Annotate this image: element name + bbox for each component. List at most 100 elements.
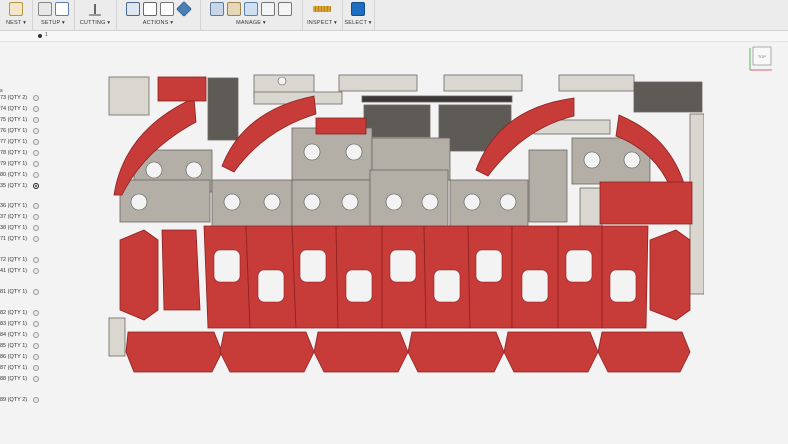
visibility-radio[interactable]	[33, 310, 39, 316]
nested-part[interactable]	[313, 331, 409, 373]
nested-part[interactable]	[363, 104, 431, 138]
browser-row-label: 76 (QTY 1)	[0, 128, 28, 134]
browser-row-label: 84 (QTY 1)	[0, 332, 28, 338]
part-hole	[385, 193, 403, 211]
visibility-radio[interactable]	[33, 150, 39, 156]
browser-row[interactable]: 36 (QTY 1)	[0, 202, 46, 211]
browser-row[interactable]: 71 (QTY 1)	[0, 235, 46, 244]
list-icon	[142, 2, 157, 16]
nested-part[interactable]	[157, 76, 207, 102]
visibility-radio[interactable]	[33, 397, 39, 403]
browser-row[interactable]: 84 (QTY 1)	[0, 331, 46, 340]
select-group[interactable]: SELECT ▾	[342, 0, 375, 30]
visibility-radio[interactable]	[33, 117, 39, 123]
browser-row-label: 82 (QTY 1)	[0, 310, 28, 316]
view-cube[interactable]: TOP	[748, 44, 774, 72]
cutting-icon	[88, 2, 102, 16]
visibility-radio[interactable]	[33, 365, 39, 371]
nested-part[interactable]	[219, 331, 315, 373]
nested-part[interactable]	[558, 74, 635, 92]
browser-row-label: 75 (QTY 1)	[0, 117, 28, 123]
browser-panel: 73 (QTY 2) 74 (QTY 1) 75 (QTY 1) 76 (QTY 1)…	[0, 42, 46, 444]
nested-part[interactable]	[633, 81, 703, 113]
nested-part[interactable]	[597, 331, 691, 373]
visibility-radio[interactable]	[33, 321, 39, 327]
browser-row[interactable]: 73 (QTY 2)	[0, 94, 46, 103]
cutting-group[interactable]: CUTTING ▾	[74, 0, 117, 30]
manage-group[interactable]: MANAGE ▾	[200, 0, 303, 30]
part-hole	[421, 193, 439, 211]
browser-row[interactable]: 88 (QTY 1)	[0, 375, 46, 384]
nested-part[interactable]	[291, 179, 371, 229]
browser-row[interactable]: 86 (QTY 1)	[0, 353, 46, 362]
browser-row-label: 73 (QTY 2)	[0, 95, 28, 101]
browser-row[interactable]: 81 (QTY 1)	[0, 288, 46, 297]
visibility-radio[interactable]	[33, 354, 39, 360]
part-hole	[303, 143, 321, 161]
browser-row[interactable]: 83 (QTY 1)	[0, 320, 46, 329]
browser-row[interactable]: 85 (QTY 1)	[0, 342, 46, 351]
nested-part[interactable]	[108, 76, 150, 116]
browser-row-label: 71 (QTY 1)	[0, 236, 28, 242]
nested-part[interactable]	[338, 74, 418, 92]
nested-part[interactable]	[579, 187, 603, 227]
nest-group[interactable]: NEST ▾	[0, 0, 33, 30]
nested-part[interactable]	[649, 229, 691, 321]
browser-row[interactable]: 76 (QTY 1)	[0, 127, 46, 136]
visibility-radio[interactable]	[33, 376, 39, 382]
browser-row[interactable]: 82 (QTY 1)	[0, 309, 46, 318]
nesting-canvas[interactable]	[104, 70, 704, 380]
browser-row[interactable]: 38 (QTY 1)	[0, 224, 46, 233]
cursor-icon	[351, 2, 365, 16]
panel-cutout	[433, 269, 461, 303]
nested-part[interactable]	[361, 95, 513, 103]
visibility-radio[interactable]	[33, 225, 39, 231]
nested-part[interactable]	[125, 331, 223, 373]
nested-part[interactable]	[315, 117, 367, 135]
visibility-radio[interactable]	[33, 203, 39, 209]
visibility-radio[interactable]	[33, 236, 39, 242]
browser-row[interactable]: 35 (QTY 1)	[0, 182, 46, 191]
nested-part[interactable]	[528, 149, 568, 223]
sheet-tab-number[interactable]: 1	[45, 32, 48, 38]
nested-part[interactable]	[108, 317, 126, 357]
actions-group[interactable]: ACTIONS ▾	[116, 0, 201, 30]
visibility-radio[interactable]	[33, 128, 39, 134]
browser-row[interactable]: 80 (QTY 1)	[0, 171, 46, 180]
browser-row[interactable]: 75 (QTY 1)	[0, 116, 46, 125]
setup-group[interactable]: SETUP ▾	[32, 0, 75, 30]
visibility-radio[interactable]	[33, 214, 39, 220]
sheet-tab-dot[interactable]	[38, 34, 42, 38]
visibility-radio[interactable]	[33, 268, 39, 274]
browser-row-label: 78 (QTY 1)	[0, 150, 28, 156]
nested-part[interactable]	[503, 331, 599, 373]
nested-part[interactable]	[119, 229, 159, 321]
browser-row[interactable]: 78 (QTY 1)	[0, 149, 46, 158]
nested-part[interactable]	[449, 179, 529, 229]
browser-row[interactable]: 77 (QTY 1)	[0, 138, 46, 147]
nested-part[interactable]	[599, 181, 693, 225]
nested-part[interactable]	[407, 331, 505, 373]
visibility-radio[interactable]	[33, 95, 39, 101]
visibility-radio[interactable]	[33, 139, 39, 145]
browser-row[interactable]: 87 (QTY 1)	[0, 364, 46, 373]
visibility-radio[interactable]	[33, 289, 39, 295]
visibility-radio[interactable]	[33, 161, 39, 167]
visibility-radio[interactable]	[33, 106, 39, 112]
visibility-radio[interactable]	[33, 183, 39, 189]
visibility-radio[interactable]	[33, 257, 39, 263]
visibility-radio[interactable]	[33, 343, 39, 349]
inspect-group[interactable]: INSPECT ▾	[302, 0, 343, 30]
browser-row[interactable]: 72 (QTY 1)	[0, 256, 46, 265]
nested-part[interactable]	[443, 74, 523, 92]
visibility-radio[interactable]	[33, 332, 39, 338]
browser-row[interactable]: 37 (QTY 1)	[0, 213, 46, 222]
browser-row[interactable]: 41 (QTY 1)	[0, 267, 46, 276]
nested-part[interactable]	[161, 229, 201, 311]
browser-row[interactable]: 79 (QTY 1)	[0, 160, 46, 169]
panel-cutout	[299, 249, 327, 283]
visibility-radio[interactable]	[33, 172, 39, 178]
nested-part[interactable]	[207, 77, 239, 141]
browser-row[interactable]: 74 (QTY 1)	[0, 105, 46, 114]
browser-row[interactable]: 89 (QTY 2)	[0, 396, 46, 405]
